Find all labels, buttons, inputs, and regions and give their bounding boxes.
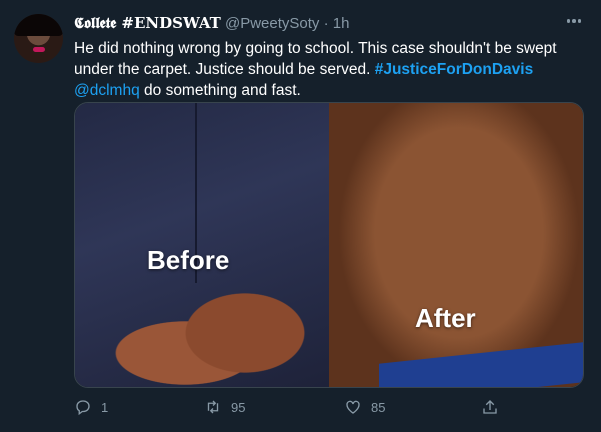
- like-count: 85: [371, 399, 386, 415]
- tweet-text-tail: do something and fast.: [144, 82, 301, 99]
- share-icon: [483, 400, 497, 414]
- avatar[interactable]: [14, 14, 63, 63]
- tweet-header: 𝕮𝖔𝖑𝖑𝖊𝖙𝖊 #ENDSWAT @PweetySoty · 1h: [74, 14, 349, 32]
- reply-button[interactable]: 1: [74, 398, 108, 416]
- share-button[interactable]: [481, 398, 499, 416]
- mention-link[interactable]: @dclmhq: [74, 82, 140, 99]
- handle[interactable]: @PweetySoty: [225, 15, 319, 32]
- before-image[interactable]: Before: [75, 103, 329, 387]
- tweet-media[interactable]: Before After: [74, 102, 584, 388]
- more-dots-icon[interactable]: [563, 12, 585, 30]
- after-image[interactable]: After: [329, 103, 583, 387]
- timestamp[interactable]: 1h: [333, 15, 350, 32]
- retweet-button[interactable]: 95: [204, 398, 245, 416]
- like-button[interactable]: 85: [344, 398, 385, 416]
- reply-count: 1: [101, 399, 109, 415]
- tweet[interactable]: 𝕮𝖔𝖑𝖑𝖊𝖙𝖊 #ENDSWAT @PweetySoty · 1h He did…: [0, 0, 601, 432]
- before-label: Before: [147, 245, 230, 275]
- reply-icon: [76, 400, 90, 416]
- separator: ·: [323, 15, 329, 32]
- heart-icon: [346, 400, 360, 414]
- retweet-count: 95: [231, 399, 246, 415]
- retweet-icon: [207, 400, 219, 414]
- tweet-actions: 1 95 85: [74, 398, 497, 420]
- tweet-text: He did nothing wrong by going to school.…: [74, 38, 579, 101]
- display-name[interactable]: 𝕮𝖔𝖑𝖑𝖊𝖙𝖊 #ENDSWAT: [74, 14, 221, 32]
- after-label: After: [415, 303, 476, 333]
- hashtag-link[interactable]: #JusticeForDonDavis: [375, 61, 534, 78]
